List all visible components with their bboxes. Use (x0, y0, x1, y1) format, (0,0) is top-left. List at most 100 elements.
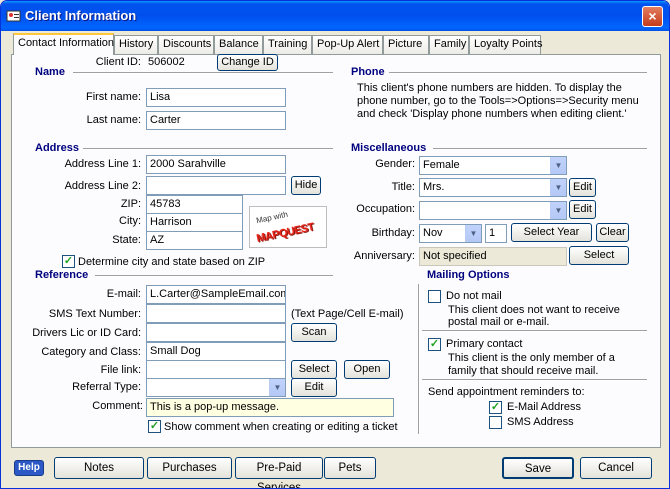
determine-city-label: Determine city and state based on ZIP (78, 256, 266, 268)
tab-family[interactable]: Family (429, 35, 469, 54)
button-label: Select (298, 363, 330, 375)
sms-input[interactable] (146, 304, 286, 323)
address-line1-label: Address Line 1: (64, 158, 141, 170)
reminder-sms-checkbox[interactable]: ✓ (489, 416, 502, 429)
tab-loyalty-points[interactable]: Loyalty Points (469, 35, 542, 54)
phone-hidden-note-line2: phone number, go to the Tools=>Options=>… (357, 95, 639, 107)
chevron-down-icon: ▼ (269, 379, 285, 396)
city-input[interactable]: Harrison (146, 213, 243, 232)
divider (83, 148, 333, 150)
first-name-input[interactable]: Lisa (146, 88, 286, 107)
button-label: Cancel (598, 462, 634, 474)
chevron-down-icon: ▼ (550, 157, 566, 174)
comment-input[interactable]: This is a pop-up message. (146, 398, 394, 417)
section-phone: Phone (351, 66, 385, 78)
scan-button[interactable]: Scan (291, 323, 337, 342)
input-value: Small Dog (150, 345, 201, 357)
section-reference: Reference (35, 269, 89, 281)
title-select[interactable]: Mrs. ▼ (419, 178, 567, 197)
clear-birthday-button[interactable]: Clear (596, 223, 629, 242)
category-input[interactable]: Small Dog (146, 342, 286, 361)
button-label: Select (583, 249, 615, 261)
referral-type-select[interactable]: ▼ (146, 378, 286, 397)
title-bar[interactable]: Client Information × (1, 1, 669, 31)
email-input[interactable]: L.Carter@SampleEmail.com (146, 285, 286, 304)
select-file-button[interactable]: Select (291, 360, 337, 379)
pets-button[interactable]: Pets (324, 457, 376, 479)
last-name-input[interactable]: Carter (146, 111, 286, 130)
primary-contact-checkbox[interactable]: ✓ (428, 338, 441, 351)
file-link-label: File link: (100, 364, 141, 376)
select-value: Nov (423, 227, 443, 239)
tab-history[interactable]: History (114, 35, 158, 54)
address-line1-input[interactable]: 2000 Sarahville (146, 155, 286, 174)
tab-picture[interactable]: Picture (383, 35, 429, 54)
chevron-down-icon: ▼ (465, 225, 481, 242)
input-value: AZ (150, 234, 165, 246)
birthday-month-select[interactable]: Nov ▼ (419, 224, 482, 243)
hide-button[interactable]: Hide (291, 176, 321, 195)
tab-popup-alert[interactable]: Pop-Up Alert (312, 35, 383, 54)
primary-contact-desc2: family that should receive mail. (448, 365, 599, 377)
file-link-input[interactable] (146, 360, 286, 379)
divider (389, 72, 647, 74)
address-line2-label: Address Line 2: (64, 180, 141, 192)
tab-discounts[interactable]: Discounts (158, 35, 214, 54)
sms-label: SMS Text Number: (48, 308, 141, 320)
notes-button[interactable]: Notes (54, 457, 144, 479)
gender-select[interactable]: Female ▼ (419, 156, 567, 175)
reminder-sms-label: SMS Address (507, 416, 574, 428)
section-address: Address (35, 142, 80, 154)
divider (422, 379, 647, 381)
birthday-day-input[interactable]: 1 (485, 224, 507, 243)
divider (433, 148, 647, 150)
reminder-email-checkbox[interactable]: ✓ (489, 401, 502, 414)
edit-title-button[interactable]: Edit (569, 178, 596, 197)
chevron-down-icon: ▼ (550, 202, 566, 219)
purchases-button[interactable]: Purchases (147, 457, 232, 479)
address-line2-input[interactable] (146, 176, 286, 195)
do-not-mail-desc2: postal mail or e-mail. (448, 316, 550, 328)
do-not-mail-desc1: This client does not want to receive (448, 304, 620, 316)
first-name-label: First name: (85, 91, 141, 103)
anniversary-field: Not specified (419, 247, 567, 266)
select-value: Female (423, 159, 460, 171)
tab-balance[interactable]: Balance (214, 35, 263, 54)
prepaid-services-button[interactable]: Pre-Paid Services (235, 457, 323, 488)
show-comment-checkbox[interactable]: ✓ (148, 420, 161, 433)
do-not-mail-checkbox[interactable]: ✓ (428, 290, 441, 303)
edit-occupation-button[interactable]: Edit (569, 200, 596, 219)
tab-label: Balance (219, 38, 259, 50)
help-button[interactable]: Help (14, 460, 44, 476)
zip-input[interactable]: 45783 (146, 195, 243, 214)
button-label: Purchases (162, 462, 217, 474)
primary-contact-desc1: This client is the only member of a (448, 352, 615, 364)
edit-referral-button[interactable]: Edit (291, 378, 337, 397)
select-anniversary-button[interactable]: Select (569, 246, 629, 265)
category-label: Category and Class: (41, 346, 141, 358)
cancel-button[interactable]: Cancel (580, 457, 652, 479)
license-input[interactable] (146, 323, 286, 342)
change-id-button[interactable]: Change ID (217, 54, 278, 71)
tab-training[interactable]: Training (263, 35, 312, 54)
select-year-button[interactable]: Select Year (511, 223, 592, 242)
occupation-select[interactable]: ▼ (419, 201, 567, 220)
close-button[interactable]: × (642, 6, 663, 27)
state-label: State: (112, 234, 141, 246)
button-label: Select Year (523, 226, 580, 238)
save-button[interactable]: Save (502, 457, 574, 479)
title-label: Title: (391, 181, 415, 193)
determine-city-checkbox[interactable]: ✓ (62, 255, 75, 268)
open-file-button[interactable]: Open (344, 360, 390, 379)
mapquest-map-button[interactable]: Map with MAPQUEST (249, 206, 327, 248)
button-label: Save (524, 463, 552, 475)
section-miscellaneous: Miscellaneous (351, 142, 427, 154)
window-title: Client Information (25, 8, 137, 23)
divider (73, 72, 333, 74)
tab-contact-information[interactable]: Contact Information (13, 33, 114, 55)
last-name-label: Last name: (86, 114, 141, 126)
birthday-label: Birthday: (371, 227, 415, 239)
button-label: Edit (573, 181, 592, 193)
state-input[interactable]: AZ (146, 231, 243, 250)
input-value: 2000 Sarahville (150, 158, 226, 170)
